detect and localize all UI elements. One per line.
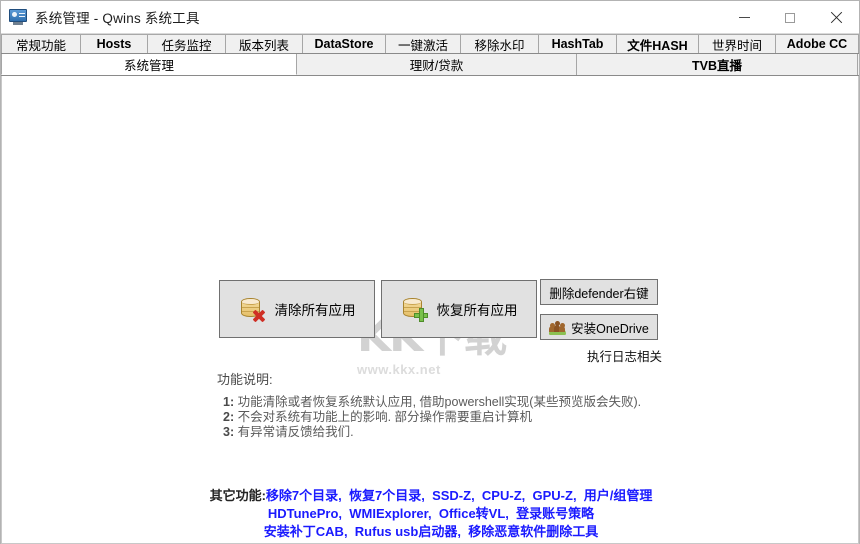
other-features-row: 其它功能:移除7个目录, 恢复7个目录, SSD-Z, CPU-Z, GPU-Z…	[2, 487, 858, 505]
other-feature-link[interactable]: 登录账号策略	[516, 506, 594, 521]
tab-primary-label: 常规功能	[15, 38, 66, 53]
link-separator	[425, 488, 432, 503]
other-feature-link[interactable]: 移除7个目录,	[266, 488, 342, 503]
other-feature-link[interactable]: 安装补丁CAB,	[264, 524, 348, 539]
delete-defender-context-menu-button[interactable]: 删除defender右键	[540, 279, 658, 305]
tab-secondary-2[interactable]: 理财/贷款	[297, 54, 577, 75]
other-features-row: 安装补丁CAB, Rufus usb启动器, 移除恶意软件删除工具	[2, 523, 858, 541]
tab-primary-label: Adobe CC	[786, 37, 848, 51]
description-line: 2: 不会对系统有功能上的影响. 部分操作需要重启计算机	[223, 410, 641, 425]
tab-primary-11[interactable]: Adobe CC	[776, 35, 859, 53]
tab-primary-label: 文件HASH	[627, 38, 688, 53]
other-feature-link[interactable]: 用户/组管理	[584, 488, 653, 503]
description-line-number: 1:	[223, 395, 235, 409]
clear-all-apps-button[interactable]: 清除所有应用	[219, 280, 375, 338]
restore-all-apps-button[interactable]: 恢复所有应用	[381, 280, 537, 338]
tab-primary-6[interactable]: 一键激活	[386, 35, 461, 53]
tab-primary-1[interactable]: 常规功能	[1, 35, 81, 53]
tab-primary-label: 移除水印	[474, 38, 525, 53]
other-feature-link[interactable]: CPU-Z,	[482, 488, 525, 503]
other-feature-link[interactable]: Office转VL,	[439, 506, 509, 521]
other-feature-link[interactable]: HDTunePro,	[268, 506, 342, 521]
link-separator	[342, 488, 349, 503]
monitor-icon	[9, 9, 27, 25]
description-line-number: 3:	[223, 425, 235, 439]
tab-primary-label: DataStore	[314, 37, 374, 51]
other-features-block: 其它功能:移除7个目录, 恢复7个目录, SSD-Z, CPU-Z, GPU-Z…	[2, 487, 858, 541]
clear-all-apps-label: 清除所有应用	[274, 303, 356, 318]
tab-bar-primary: 常规功能 Hosts 任务监控 版本列表 DataStore 一键激活 移除水印 HashTa…	[1, 34, 859, 54]
tab-primary-8[interactable]: HashTab	[539, 35, 617, 53]
other-feature-link[interactable]: 移除恶意软件删除工具	[468, 524, 598, 539]
tab-primary-label: 一键激活	[397, 38, 448, 53]
link-separator	[348, 524, 355, 539]
description-line-text: 有异常请反馈给我们.	[234, 425, 354, 439]
description-line-text: 不会对系统有功能上的影响. 部分操作需要重启计算机	[234, 410, 533, 424]
tab-primary-label: HashTab	[551, 37, 604, 51]
content-panel: KK下载 www.kkx.net 清除所有应用 恢复所有应用 删除defende…	[1, 76, 859, 544]
tab-primary-10[interactable]: 世界时间	[699, 35, 776, 53]
app-window: 系统管理 - Qwins 系统工具 常规功能 Hosts 任务监控 版本列表 DataS…	[0, 0, 860, 544]
tab-primary-3[interactable]: 任务监控	[148, 35, 226, 53]
database-add-icon	[401, 297, 428, 322]
other-feature-link[interactable]: 恢复7个目录,	[349, 488, 425, 503]
tab-primary-label: 版本列表	[238, 38, 289, 53]
delete-defender-label: 删除defender右键	[549, 286, 649, 301]
link-separator	[525, 488, 532, 503]
tab-primary-7[interactable]: 移除水印	[461, 35, 539, 53]
link-separator	[475, 488, 482, 503]
people-group-icon	[549, 320, 567, 335]
tab-primary-label: 世界时间	[711, 38, 762, 53]
tab-secondary-label: 理财/贷款	[409, 59, 464, 73]
other-feature-link[interactable]: Rufus usb启动器,	[355, 524, 461, 539]
database-delete-icon	[239, 297, 265, 321]
tab-secondary-label: TVB直播	[691, 59, 742, 73]
install-onedrive-label: 安装OneDrive	[571, 321, 649, 336]
window-title: 系统管理 - Qwins 系统工具	[35, 11, 200, 26]
restore-all-apps-label: 恢复所有应用	[436, 303, 518, 318]
link-separator	[432, 506, 439, 521]
tab-primary-4[interactable]: 版本列表	[226, 35, 303, 53]
description-list: 1: 功能清除或者恢复系统默认应用, 借助powershell实现(某些预览版会…	[223, 395, 641, 440]
description-line: 1: 功能清除或者恢复系统默认应用, 借助powershell实现(某些预览版会…	[223, 395, 641, 410]
tab-bar-secondary: 系统管理 理财/贷款 TVB直播	[1, 54, 859, 76]
tab-secondary-1[interactable]: 系统管理	[1, 54, 297, 75]
install-onedrive-button[interactable]: 安装OneDrive	[540, 314, 658, 340]
tab-primary-label: 任务监控	[161, 38, 212, 53]
tab-secondary-3[interactable]: TVB直播	[577, 54, 858, 75]
other-feature-link[interactable]: WMIExplorer,	[349, 506, 431, 521]
tab-secondary-label: 系统管理	[123, 58, 174, 73]
link-separator	[577, 488, 584, 503]
tab-primary-label: Hosts	[96, 37, 132, 51]
minimize-button[interactable]	[721, 1, 767, 34]
tab-primary-9[interactable]: 文件HASH	[617, 35, 699, 53]
tab-primary-2[interactable]: Hosts	[81, 35, 148, 53]
description-line: 3: 有异常请反馈给我们.	[223, 425, 641, 440]
other-feature-link[interactable]: GPU-Z,	[533, 488, 577, 503]
other-features-row: HDTunePro, WMIExplorer, Office转VL, 登录账号策…	[2, 505, 858, 523]
other-feature-link[interactable]: SSD-Z,	[432, 488, 475, 503]
maximize-button[interactable]	[767, 1, 813, 34]
other-features-label: 其它功能:	[209, 488, 266, 503]
title-bar: 系统管理 - Qwins 系统工具	[1, 1, 859, 34]
tab-primary-5[interactable]: DataStore	[303, 35, 386, 53]
window-controls	[721, 1, 859, 34]
execution-log-link[interactable]: 执行日志相关	[587, 346, 662, 365]
description-line-text: 功能清除或者恢复系统默认应用, 借助powershell实现(某些预览版会失败)…	[234, 395, 642, 409]
description-title: 功能说明:	[217, 372, 273, 387]
watermark-url: www.kkx.net	[357, 362, 441, 377]
description-line-number: 2:	[223, 410, 235, 424]
close-button[interactable]	[813, 1, 859, 34]
